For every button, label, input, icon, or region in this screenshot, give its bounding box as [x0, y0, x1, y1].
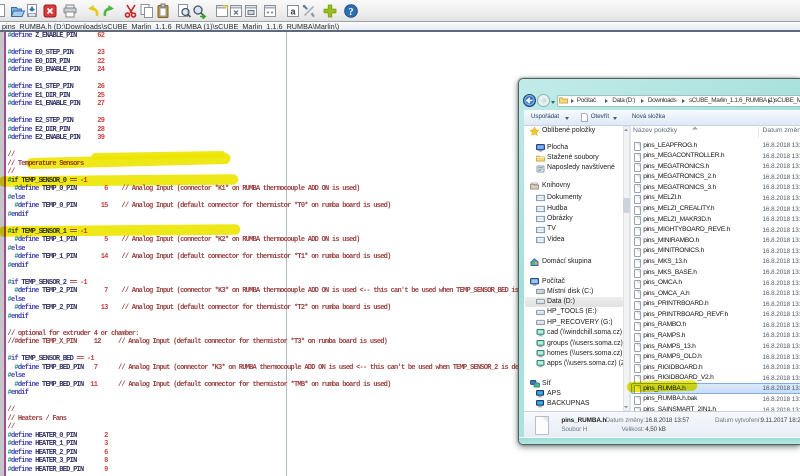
svg-text:?: ?	[348, 7, 353, 18]
